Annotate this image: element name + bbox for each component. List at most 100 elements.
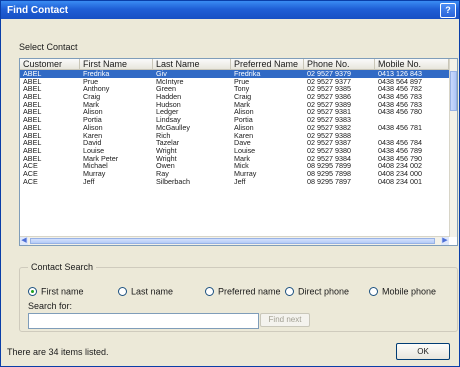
table-cell: Mark xyxy=(234,154,250,163)
radio-dot-icon xyxy=(285,287,294,297)
table-cell: ABEL xyxy=(23,131,42,140)
horizontal-scroll-thumb[interactable] xyxy=(30,238,435,244)
table-cell: Fredrika xyxy=(234,70,261,78)
table-row[interactable]: ABEL Prue McIntyre Prue 02 9527 9377 0438 564… xyxy=(20,78,449,86)
table-cell: 0438 456 783 xyxy=(378,93,422,101)
table-cell: 0408 234 000 xyxy=(378,169,422,178)
radio-first-name[interactable]: First name xyxy=(28,286,84,297)
table-cell: Wright xyxy=(156,154,177,163)
table-row[interactable]: ABEL David Tazelar Dave 02 9527 9387 0438 456… xyxy=(20,139,449,147)
table-cell: Karen xyxy=(234,131,254,140)
search-input[interactable] xyxy=(28,313,259,329)
table-row[interactable]: ABEL Fredrika Giv Fredrika 02 9527 9379 0413 … xyxy=(20,70,449,78)
table-cell: Michael xyxy=(83,162,108,170)
vertical-scroll-thumb[interactable] xyxy=(450,71,457,111)
table-cell: 02 9527 9380 xyxy=(307,146,351,155)
column-header-preferred-name[interactable]: Preferred Name xyxy=(231,59,304,69)
radio-dot-icon xyxy=(118,287,127,297)
table-cell: 02 9527 9389 xyxy=(307,100,351,109)
find-next-button[interactable]: Find next xyxy=(260,313,310,327)
table-cell: ABEL xyxy=(23,100,42,109)
table-cell: 02 9527 9386 xyxy=(307,93,351,101)
table-row[interactable]: ABEL Alison Ledger Alison 02 9527 9381 0438 4… xyxy=(20,108,449,116)
scroll-left-icon[interactable]: ◀ xyxy=(20,237,28,245)
status-text: There are 34 items listed. xyxy=(7,347,109,357)
table-row[interactable]: ABEL Karen Rich Karen 02 9527 9388 xyxy=(20,132,449,140)
table-cell: ABEL xyxy=(23,123,42,132)
contact-search-legend: Contact Search xyxy=(28,262,97,272)
table-cell: ABEL xyxy=(23,70,42,78)
column-header-first-name[interactable]: First Name xyxy=(80,59,153,69)
table-row[interactable]: ACE Murray Ray Murray 08 9295 7898 0408 234 0… xyxy=(20,170,449,178)
column-header-last-name[interactable]: Last Name xyxy=(153,59,231,69)
table-row[interactable]: ABEL Anthony Green Tony 02 9527 9385 0438 456… xyxy=(20,85,449,93)
table-cell: 0438 456 784 xyxy=(378,139,422,147)
table-cell: 02 9527 9382 xyxy=(307,123,351,132)
table-cell: ABEL xyxy=(23,139,42,147)
table-cell: Giv xyxy=(156,70,167,78)
table-row[interactable]: ABEL Craig Hadden Craig 02 9527 9386 0438 456… xyxy=(20,93,449,101)
table-cell: 0438 456 782 xyxy=(378,85,422,94)
table-cell: Mark Peter xyxy=(83,154,119,163)
scroll-right-icon[interactable]: ▶ xyxy=(441,237,449,245)
table-cell: Karen xyxy=(83,131,103,140)
table-cell: Tazelar xyxy=(156,139,180,147)
radio-direct-phone[interactable]: Direct phone xyxy=(285,286,349,297)
table-row[interactable]: ACE Michael Owen Mick 08 9295 7899 0408 234 0… xyxy=(20,162,449,170)
table-row[interactable]: ABEL Mark Peter Wright Mark 02 9527 9384 0438… xyxy=(20,155,449,163)
table-cell: 02 9527 9379 xyxy=(307,70,351,78)
table-cell: Green xyxy=(156,85,176,94)
table-cell: McGaulley xyxy=(156,123,190,132)
table-row[interactable]: ACE Jeff Silberbach Jeff 08 9295 7897 0408 23… xyxy=(20,178,449,186)
column-header-mobile[interactable]: Mobile No. xyxy=(375,59,449,69)
table-cell: Jeff xyxy=(83,177,95,186)
select-contact-label: Select Contact xyxy=(19,42,78,52)
table-cell: ACE xyxy=(23,162,38,170)
table-cell: 02 9527 9385 xyxy=(307,85,351,94)
contact-list[interactable]: Customer First Name Last Name Preferred … xyxy=(19,58,458,246)
table-cell: Hudson xyxy=(156,100,181,109)
table-cell: 02 9527 9381 xyxy=(307,108,351,117)
ok-button[interactable]: OK xyxy=(396,343,450,360)
table-cell: ABEL xyxy=(23,93,42,101)
table-cell: Alison xyxy=(83,123,103,132)
table-cell: 02 9527 9384 xyxy=(307,154,351,163)
table-cell: Prue xyxy=(83,77,99,86)
radio-last-name[interactable]: Last name xyxy=(118,286,173,297)
table-row[interactable]: ABEL Portia Lindsay Portia 02 9527 9383 xyxy=(20,116,449,124)
table-cell: Mick xyxy=(234,162,249,170)
table-cell: Ray xyxy=(156,169,169,178)
title-bar[interactable]: Find Contact ? xyxy=(1,1,459,19)
contact-search-group: Contact Search First name Last name Pref… xyxy=(19,262,458,332)
table-cell: ACE xyxy=(23,169,38,178)
list-header: Customer First Name Last Name Preferred … xyxy=(20,59,449,70)
table-cell: Portia xyxy=(83,116,102,124)
table-cell: Prue xyxy=(234,77,250,86)
horizontal-scrollbar[interactable]: ◀ ▶ xyxy=(20,236,449,245)
table-row[interactable]: ABEL Mark Hudson Mark 02 9527 9389 0438 456 7… xyxy=(20,101,449,109)
table-cell: 0438 456 780 xyxy=(378,108,422,117)
table-cell: Mark xyxy=(83,100,99,109)
table-cell: Hadden xyxy=(156,93,182,101)
table-cell: 0438 456 781 xyxy=(378,123,422,132)
column-header-phone[interactable]: Phone No. xyxy=(304,59,375,69)
table-row[interactable]: ABEL Alison McGaulley Alison 02 9527 9382 043… xyxy=(20,124,449,132)
vertical-scrollbar[interactable] xyxy=(449,59,457,237)
table-cell: 08 9295 7897 xyxy=(307,177,351,186)
table-cell: Tony xyxy=(234,85,250,94)
radio-preferred-name[interactable]: Preferred name xyxy=(205,286,281,297)
table-cell: 0408 234 001 xyxy=(378,177,422,186)
help-button[interactable]: ? xyxy=(440,3,456,18)
table-row[interactable]: ABEL Louise Wright Louise 02 9527 9380 0438 4… xyxy=(20,147,449,155)
table-cell: Anthony xyxy=(83,85,110,94)
column-header-customer[interactable]: Customer xyxy=(20,59,80,69)
table-cell: Mark xyxy=(234,100,250,109)
table-cell: ABEL xyxy=(23,146,42,155)
table-cell: Portia xyxy=(234,116,253,124)
table-cell: 0438 564 897 xyxy=(378,77,422,86)
radio-dot-icon xyxy=(28,287,37,297)
table-cell: McIntyre xyxy=(156,77,184,86)
radio-mobile-phone[interactable]: Mobile phone xyxy=(369,286,436,297)
table-cell: Murray xyxy=(234,169,257,178)
table-cell: Craig xyxy=(234,93,252,101)
